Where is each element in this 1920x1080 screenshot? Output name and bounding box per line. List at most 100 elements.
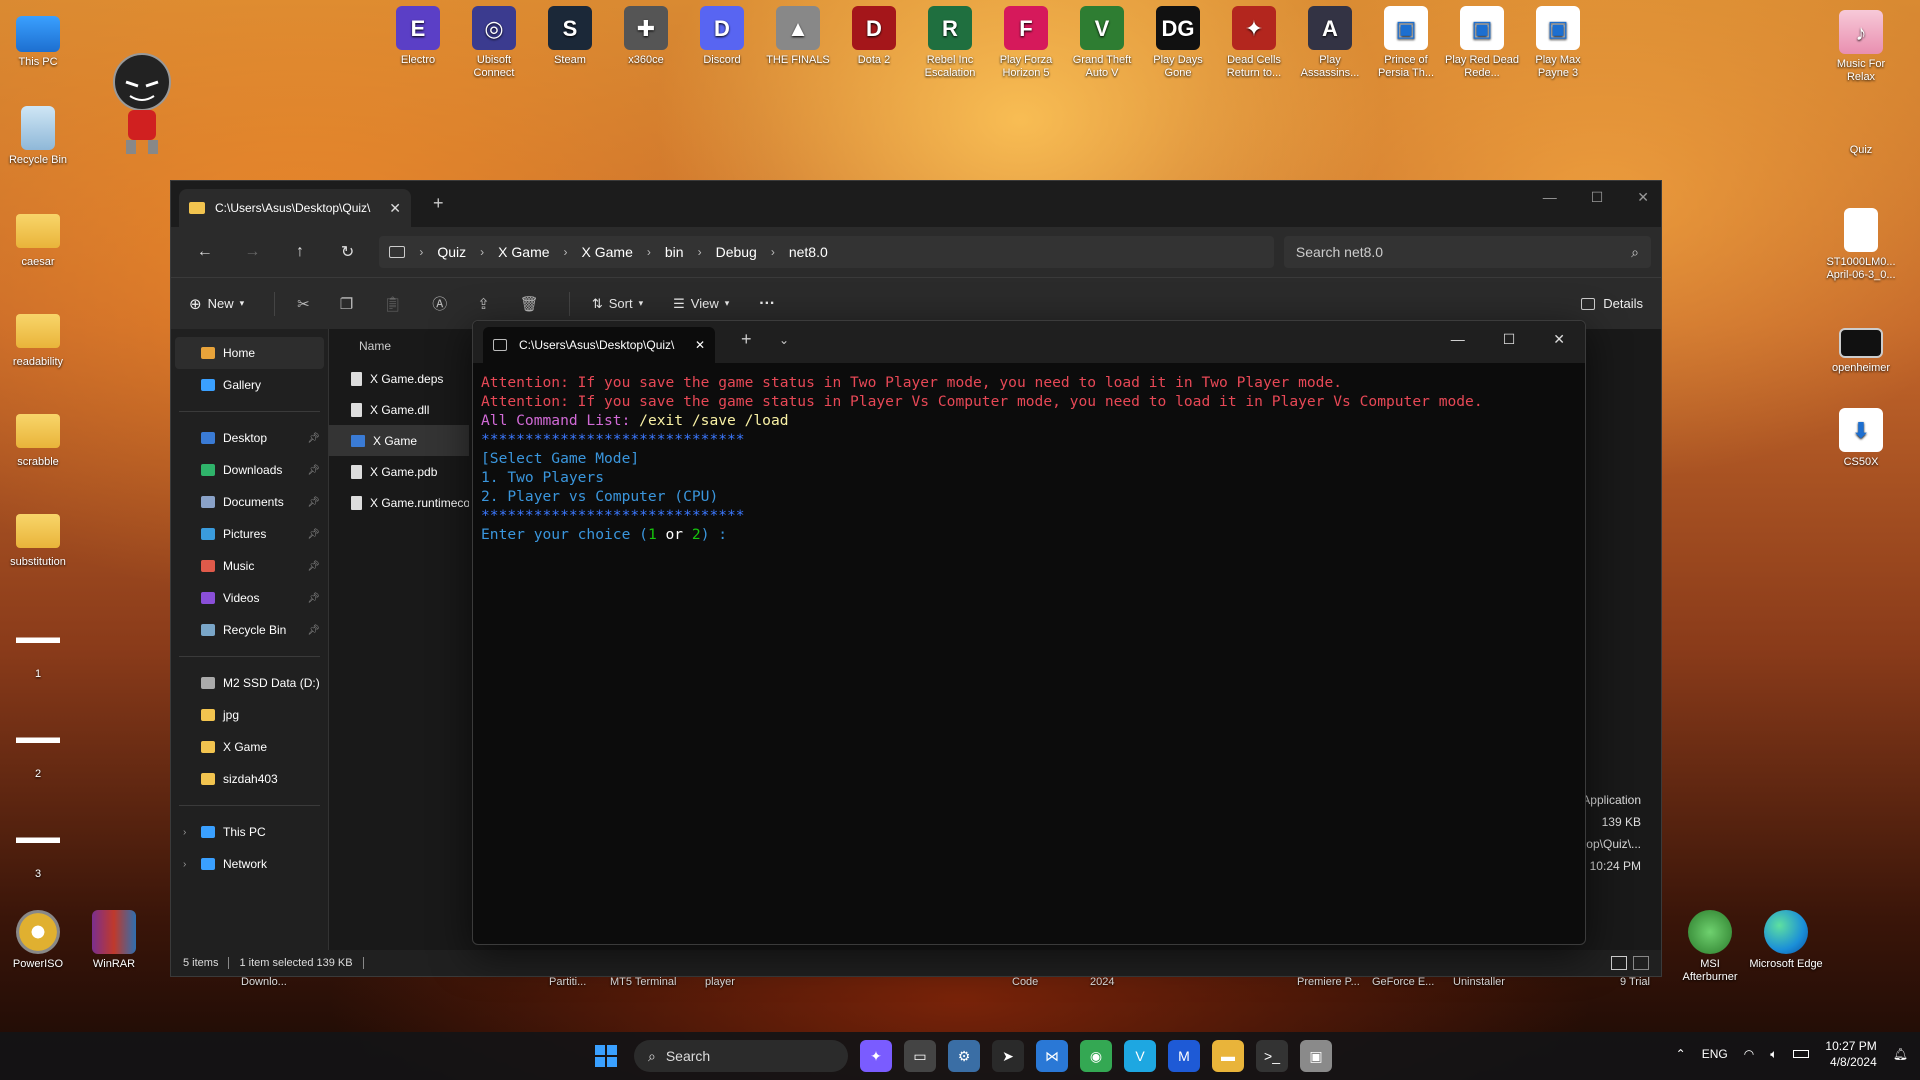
- breadcrumb-item[interactable]: net8.0: [789, 244, 828, 260]
- file-row[interactable]: X Game.pdb: [329, 456, 469, 487]
- view-button[interactable]: ☰ View ▾: [673, 296, 729, 312]
- file-row[interactable]: X Game: [329, 425, 469, 456]
- chevron-right-icon[interactable]: ›: [183, 827, 186, 838]
- minimize-icon[interactable]: —: [1451, 331, 1465, 348]
- desktop-icon[interactable]: substitution: [0, 508, 76, 569]
- vpn-icon[interactable]: V: [1124, 1040, 1156, 1072]
- sidebar-item[interactable]: Desktop 📌︎: [171, 422, 328, 454]
- sidebar-item[interactable]: Music 📌︎: [171, 550, 328, 582]
- breadcrumb-item[interactable]: X Game: [498, 244, 549, 260]
- jetbrains-icon[interactable]: M: [1168, 1040, 1200, 1072]
- breadcrumb-chevron-icon[interactable]: ›: [564, 245, 568, 259]
- desktop-icon[interactable]: ▣ Prince of Persia Th...: [1368, 6, 1444, 80]
- up-arrow-icon[interactable]: ↑: [276, 243, 324, 261]
- language-indicator[interactable]: ENG: [1702, 1047, 1728, 1061]
- sidebar-item[interactable]: Downloads 📌︎: [171, 454, 328, 486]
- sidebar-item[interactable]: jpg: [171, 699, 328, 731]
- sidebar-item[interactable]: Documents 📌︎: [171, 486, 328, 518]
- terminal-tab[interactable]: C:\Users\Asus\Desktop\Quiz\ ✕: [483, 327, 715, 363]
- copy-icon[interactable]: ❐: [340, 295, 353, 313]
- breadcrumb-item[interactable]: Quiz: [437, 244, 466, 260]
- back-arrow-icon[interactable]: ←: [181, 243, 229, 261]
- desktop-icon[interactable]: 1: [0, 620, 76, 681]
- battery-icon[interactable]: [1793, 1050, 1810, 1058]
- maximize-icon[interactable]: ☐: [1503, 331, 1516, 348]
- explorer-tab[interactable]: C:\Users\Asus\Desktop\Quiz\ ✕: [179, 189, 411, 227]
- delete-icon[interactable]: 🗑︎: [520, 295, 539, 313]
- desktop-icon[interactable]: caesar: [0, 208, 76, 269]
- desktop-icon[interactable]: This PC: [0, 12, 76, 69]
- telegram-icon[interactable]: ➤: [992, 1040, 1024, 1072]
- desktop-icon[interactable]: V Grand Theft Auto V: [1064, 6, 1140, 80]
- sidebar-item[interactable]: › Network: [171, 848, 328, 880]
- details-view-icon[interactable]: [1611, 956, 1627, 970]
- chevron-right-icon[interactable]: ›: [183, 859, 186, 870]
- chevron-up-icon[interactable]: ⌃: [1676, 1047, 1686, 1061]
- rename-icon[interactable]: Ⓐ: [432, 293, 447, 314]
- close-tab-icon[interactable]: ✕: [695, 338, 705, 352]
- desktop-icon[interactable]: E Electro: [380, 6, 456, 67]
- desktop-icon[interactable]: Recycle Bin: [0, 106, 76, 167]
- sidebar-item[interactable]: Gallery: [171, 369, 328, 401]
- copilot-icon[interactable]: ✦: [860, 1040, 892, 1072]
- address-bar[interactable]: › Quiz › X Game › X Game › bin › Debug › net8.0: [379, 236, 1274, 268]
- desktop-icon[interactable]: ▲ THE FINALS: [760, 6, 836, 67]
- share-icon[interactable]: ⇪: [477, 295, 490, 313]
- desktop-icon[interactable]: F Play Forza Horizon 5: [988, 6, 1064, 80]
- desktop-icon[interactable]: D Discord: [684, 6, 760, 67]
- desktop-icon[interactable]: ✦ Dead Cells Return to...: [1216, 6, 1292, 80]
- new-tab-button[interactable]: +: [741, 329, 752, 350]
- desktop-icon[interactable]: ✚ x360ce: [608, 6, 684, 67]
- breadcrumb-chevron-icon[interactable]: ›: [480, 245, 484, 259]
- desktop-icon-poweriso[interactable]: PowerISO: [0, 910, 76, 971]
- terminal-output[interactable]: Attention: If you save the game status i…: [473, 363, 1585, 554]
- paste-icon[interactable]: 📋︎: [383, 295, 402, 313]
- desktop-icon[interactable]: 3: [0, 820, 76, 881]
- desktop-icon[interactable]: scrabble: [0, 408, 76, 469]
- breadcrumb-chevron-icon[interactable]: ›: [647, 245, 651, 259]
- desktop-icon[interactable]: openheimer: [1823, 320, 1899, 375]
- search-input[interactable]: Search net8.0 ⌕: [1283, 236, 1651, 268]
- sidebar-item[interactable]: Videos 📌︎: [171, 582, 328, 614]
- desktop-icon[interactable]: A Play Assassins...: [1292, 6, 1368, 80]
- desktop-icon[interactable]: 2: [0, 720, 76, 781]
- task-view-icon[interactable]: ▭: [904, 1040, 936, 1072]
- sort-button[interactable]: ⇅ Sort ▾: [592, 296, 643, 312]
- desktop-icon[interactable]: D Dota 2: [836, 6, 912, 67]
- chrome-icon[interactable]: ◉: [1080, 1040, 1112, 1072]
- breadcrumb-chevron-icon[interactable]: ›: [698, 245, 702, 259]
- new-tab-button[interactable]: +: [433, 193, 444, 214]
- breadcrumb-chevron-icon[interactable]: ›: [419, 245, 423, 259]
- windows-start-icon[interactable]: [590, 1040, 622, 1072]
- details-button[interactable]: Details: [1581, 296, 1643, 311]
- desktop-icon-msi-afterburner[interactable]: MSI Afterburner: [1672, 910, 1748, 984]
- maximize-icon[interactable]: ☐: [1591, 189, 1604, 206]
- desktop-icon[interactable]: ▣ Play Red Dead Rede...: [1444, 6, 1520, 80]
- visual-studio-icon[interactable]: ⋈: [1036, 1040, 1068, 1072]
- close-tab-icon[interactable]: ✕: [389, 200, 401, 217]
- file-explorer-icon[interactable]: ▬: [1212, 1040, 1244, 1072]
- cut-icon[interactable]: ✂: [297, 295, 310, 313]
- forward-arrow-icon[interactable]: →: [229, 243, 277, 261]
- sidebar-item[interactable]: Pictures 📌︎: [171, 518, 328, 550]
- desktop-icon[interactable]: S Steam: [532, 6, 608, 67]
- new-button[interactable]: ⊕ New ▾: [189, 295, 244, 313]
- desktop-icon[interactable]: R Rebel Inc Escalation: [912, 6, 988, 80]
- breadcrumb-chevron-icon[interactable]: ›: [771, 245, 775, 259]
- desktop-icon-winrar[interactable]: WinRAR: [76, 910, 152, 971]
- refresh-icon[interactable]: ↻: [324, 242, 372, 262]
- close-icon[interactable]: ✕: [1553, 331, 1565, 348]
- sidebar-item[interactable]: M2 SSD Data (D:): [171, 667, 328, 699]
- visual-studio-debug-icon[interactable]: ▣: [1300, 1040, 1332, 1072]
- wifi-icon[interactable]: ◠: [1744, 1047, 1754, 1061]
- more-options-button[interactable]: ···: [759, 295, 775, 313]
- chevron-down-icon[interactable]: ⌄: [779, 333, 789, 347]
- desktop-icon[interactable]: ◎ Ubisoft Connect: [456, 6, 532, 80]
- desktop-icon-microsoft-edge[interactable]: Microsoft Edge: [1748, 910, 1824, 971]
- sidebar-item[interactable]: Home: [175, 337, 324, 369]
- sidebar-item[interactable]: sizdah403: [171, 763, 328, 795]
- volume-icon[interactable]: 🔈︎: [1770, 1047, 1777, 1062]
- desktop-icon[interactable]: Quiz: [1823, 120, 1899, 157]
- clock[interactable]: 10:27 PM 4/8/2024: [1825, 1038, 1876, 1070]
- breadcrumb-item[interactable]: X Game: [582, 244, 633, 260]
